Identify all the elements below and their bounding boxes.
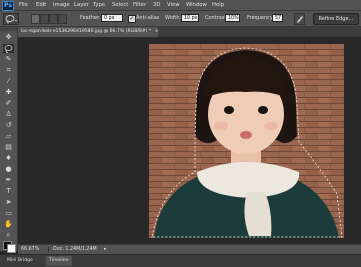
clone-stamp-icon[interactable]: ♙ — [3, 110, 14, 119]
document-canvas[interactable] — [149, 44, 344, 238]
close-tab-icon[interactable]: × — [155, 29, 158, 34]
lasso-icon — [5, 15, 17, 24]
menu-view[interactable]: View — [167, 2, 180, 9]
menu-image[interactable]: Image — [53, 2, 70, 9]
options-bar: Feather: 0 px ✓ Anti-alias Width: 10 px … — [0, 11, 361, 27]
menu-3d[interactable]: 3D — [153, 2, 160, 9]
eyedropper-icon[interactable]: ⁄ — [3, 77, 14, 86]
menu-select[interactable]: Select — [112, 2, 128, 9]
menu-edit[interactable]: Edit — [36, 2, 46, 9]
zoom-level[interactable]: 66.67% — [21, 246, 39, 253]
path-select-icon[interactable]: ➤ — [3, 198, 14, 207]
tool-preset-picker[interactable] — [3, 13, 19, 25]
zoom-icon[interactable]: ⌕ — [3, 231, 14, 240]
status-bar: 66.67% Doc: 1.24M/1.24M ▸ — [18, 244, 361, 254]
history-brush-icon[interactable]: ↺ — [3, 121, 14, 130]
tools-panel-header[interactable] — [0, 27, 17, 31]
feather-input[interactable]: 0 px — [101, 14, 123, 22]
pen-icon[interactable]: ✒ — [3, 176, 14, 185]
dodge-icon[interactable]: ● — [3, 165, 14, 174]
crop-icon[interactable]: ⌗ — [3, 66, 14, 75]
healing-icon[interactable]: ✚ — [3, 88, 14, 97]
document-tab-title: loc-egan-bob-e1536296419580.jpg @ 66.7% … — [21, 29, 152, 34]
document-size: Doc: 1.24M/1.24M — [53, 247, 97, 252]
frequency-input[interactable]: 57 — [272, 14, 283, 22]
pen-pressure-icon — [297, 16, 303, 23]
tools-panel: ✥ ✎ ⌗ ⁄ ✚ ✐ ♙ ↺ ▱ ▤ ♦ ● ✒ T ➤ ▭ ✋ ⌕ — [0, 27, 18, 253]
type-icon[interactable]: T — [3, 187, 14, 196]
intersect-selection-button[interactable] — [58, 14, 67, 24]
tab-timeline[interactable]: Timeline — [46, 256, 72, 266]
menu-type[interactable]: Type — [93, 2, 105, 9]
photoshop-logo-icon: Ps — [2, 1, 14, 11]
document-tab[interactable]: loc-egan-bob-e1536296419580.jpg @ 66.7% … — [18, 27, 158, 37]
menu-file[interactable]: File — [19, 2, 28, 9]
lasso-icon[interactable] — [3, 44, 14, 53]
gradient-icon[interactable]: ▤ — [3, 143, 14, 152]
quick-select-icon[interactable]: ✎ — [3, 55, 14, 64]
feather-label: Feather: — [80, 15, 101, 21]
status-menu-arrow-icon[interactable]: ▸ — [104, 246, 106, 253]
add-to-selection-button[interactable] — [40, 14, 49, 24]
menu-bar: Ps File Edit Image Layer Type Select Fil… — [0, 0, 361, 11]
move-icon[interactable]: ✥ — [3, 33, 14, 42]
photo-child-brick-wall — [149, 44, 344, 238]
blur-icon[interactable]: ♦ — [3, 154, 14, 163]
background-color-swatch[interactable] — [7, 244, 16, 253]
tab-mini-bridge[interactable]: Mini Bridge — [4, 256, 36, 266]
subtract-from-selection-button[interactable] — [49, 14, 58, 24]
width-input[interactable]: 10 px — [181, 14, 199, 22]
bottom-panel-tabs: Mini Bridge Timeline — [0, 254, 361, 267]
rectangle-icon[interactable]: ▭ — [3, 209, 14, 218]
brush-icon[interactable]: ✐ — [3, 99, 14, 108]
menu-help[interactable]: Help — [212, 2, 224, 9]
refine-edge-button[interactable]: Refine Edge... — [313, 13, 359, 25]
contrast-input[interactable]: 10% — [225, 14, 240, 22]
hand-icon[interactable]: ✋ — [3, 220, 14, 229]
menu-window[interactable]: Window — [186, 2, 207, 9]
width-label: Width: — [165, 15, 182, 21]
menu-filter[interactable]: Filter — [133, 2, 146, 9]
menu-layer[interactable]: Layer — [74, 2, 89, 9]
new-selection-button[interactable] — [31, 14, 40, 24]
status-divider — [48, 247, 49, 252]
document-tab-bar: loc-egan-bob-e1536296419580.jpg @ 66.7% … — [18, 27, 361, 38]
antialias-label: Anti-alias — [136, 15, 160, 21]
eraser-icon[interactable]: ▱ — [3, 132, 14, 141]
frequency-label: Frequency: — [247, 15, 275, 21]
antialias-checkbox[interactable]: ✓ — [128, 15, 136, 23]
stylus-pressure-button[interactable] — [294, 13, 305, 25]
